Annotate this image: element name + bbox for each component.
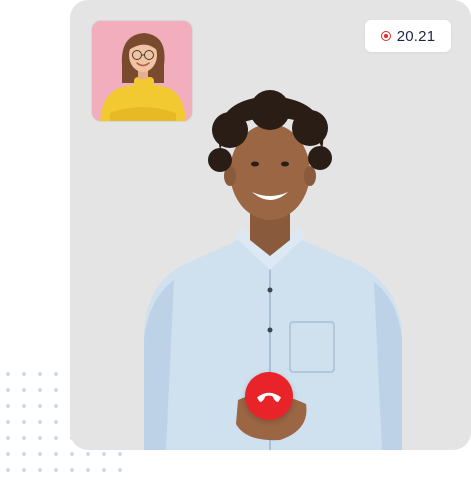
phone-hangup-icon xyxy=(257,392,281,402)
record-icon xyxy=(380,31,391,41)
end-call-button[interactable] xyxy=(245,372,293,420)
call-timer: 20.21 xyxy=(396,27,436,45)
local-participant-video xyxy=(92,21,192,121)
self-view-video xyxy=(91,20,193,122)
recording-indicator: 20.21 xyxy=(365,20,451,52)
